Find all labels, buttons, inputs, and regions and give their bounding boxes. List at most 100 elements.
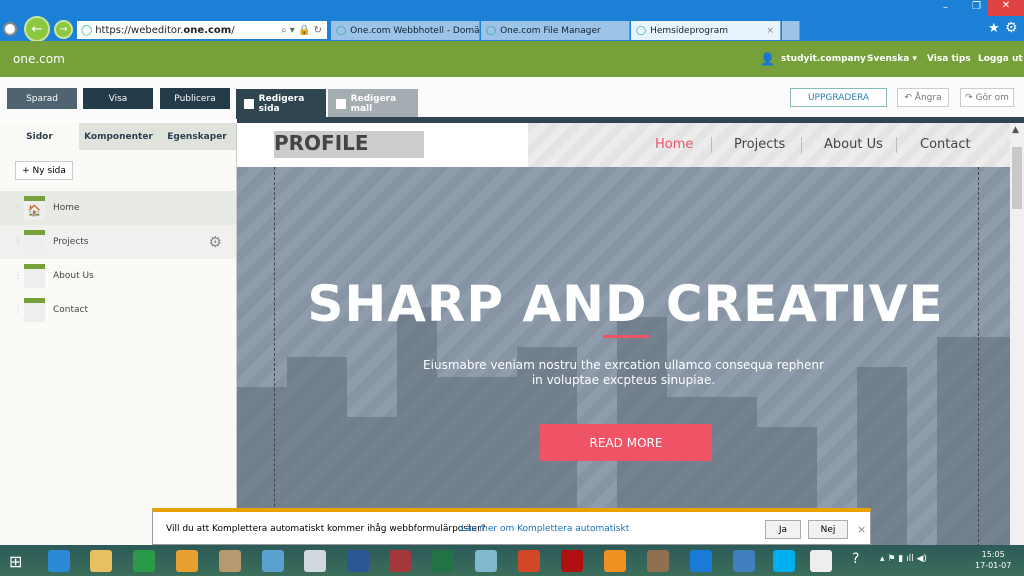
chrome-icon[interactable] [176,550,198,572]
app-icon[interactable] [475,550,497,572]
teamviewer-icon[interactable] [690,550,712,572]
explorer-icon[interactable] [90,550,112,572]
browser-taskbar-icon[interactable] [810,550,832,572]
notification-message: Vill du att Komplettera automatiskt komm… [166,524,486,534]
drag-handle-icon[interactable]: ⋮⋮ [14,238,30,246]
excel-icon[interactable] [432,550,454,572]
tab-label: One.com File Manager [500,25,601,36]
drag-handle-icon[interactable]: ⋮⋮ [14,204,30,212]
skype-icon[interactable] [773,550,795,572]
back-button[interactable]: ← [24,16,50,42]
tab-file-manager[interactable]: ◯ One.com File Manager [481,21,630,40]
ie-taskbar-icon[interactable] [48,550,70,572]
page-item-home[interactable]: ⋮⋮ 🏠 Home [0,191,236,225]
yes-button[interactable]: Ja [765,520,801,539]
tab-webbhotell[interactable]: ◯ One.com Webbhotell - Domä... [331,21,480,40]
nav-about-us[interactable]: About Us [824,137,883,152]
title-underline [603,335,649,338]
taskbar: ⊞ ? ▴ ⚑ ▮ ıll ◀) 15:05 17-01-07 [0,545,1024,576]
page-item-projects[interactable]: ⋮⋮ Projects ⚙ [0,225,236,259]
favorites-star-icon[interactable]: ★ [988,21,1000,36]
edit-page-tab[interactable]: Redigera sida [236,89,326,119]
access-icon[interactable] [389,550,411,572]
close-notification-icon[interactable]: × [857,523,866,536]
tab-components[interactable]: Komponenter [79,123,158,150]
site-header: PROFILE Home Projects About Us Contact [237,123,1010,167]
edit-page-label: Redigera sida [258,94,305,114]
app-icon[interactable] [304,550,326,572]
hero-text-line: Eiusmabre veniam nostru the exrcation ul… [423,358,824,372]
learn-more-link[interactable]: Läs mer om Komplettera automatiskt [461,524,629,534]
store-icon[interactable] [133,550,155,572]
language-label: Svenska [867,54,910,64]
tab-label: Hemsideprogram [650,25,729,36]
gear-icon[interactable]: ⚙ [1005,20,1018,36]
drag-handle-icon[interactable]: ⋮⋮ [14,306,30,314]
url-prefix: https://webeditor. [95,24,184,36]
close-window-icon[interactable]: ✕ [988,0,1024,16]
upgrade-button[interactable]: UPPGRADERA [790,88,887,107]
app-icon[interactable] [262,550,284,572]
tab-label: One.com Webbhotell - Domä... [350,25,480,36]
nav-projects[interactable]: Projects [734,137,785,152]
user-icon: 👤 [760,52,775,66]
page-item-contact[interactable]: ⋮⋮ Contact [0,293,236,327]
media-player-icon[interactable] [604,550,626,572]
undo-button[interactable]: ↶ Ångra [897,88,949,107]
forward-button[interactable]: → [54,20,73,39]
close-tab-icon[interactable]: × [766,26,774,36]
powerpoint-icon[interactable] [518,550,540,572]
onecom-logo: one.com [13,52,65,66]
no-button[interactable]: Nej [808,520,848,539]
new-page-button[interactable]: + Ny sida [15,161,73,180]
search-lock-refresh-icons[interactable]: ⌕ ▾ 🔒 ↻ [281,25,322,36]
address-bar[interactable]: ◯ https://webeditor. one.com / ⌕ ▾ 🔒 ↻ [77,21,327,39]
hero-title: SHARP AND CREATIVE [307,275,944,333]
new-tab-button[interactable] [782,21,800,40]
page-item-about-us[interactable]: ⋮⋮ About Us [0,259,236,293]
nav-home[interactable]: Home [655,137,693,152]
word-icon[interactable] [347,550,369,572]
edit-template-label: Redigera mall [350,94,397,114]
show-tips-link[interactable]: Visa tips [927,54,971,64]
clock[interactable]: 15:05 17-01-07 [975,549,1011,571]
home-icon: 🏠 [24,196,45,220]
page-label: Projects [53,237,89,247]
page-label: Contact [53,305,89,315]
gear-icon[interactable]: ⚙ [209,233,222,251]
windows-start-icon[interactable]: ⊞ [9,552,22,571]
drag-handle-icon[interactable]: ⋮⋮ [14,272,30,280]
minimize-icon[interactable]: – [943,2,948,13]
read-more-button[interactable]: READ MORE [540,424,712,461]
app-icon[interactable] [219,550,241,572]
page-icon [24,230,45,254]
page-label: Home [53,203,80,213]
page-icon [24,298,45,322]
edit-template-tab[interactable]: Redigera mall [328,89,418,119]
tray-icons[interactable]: ▴ ⚑ ▮ ıll ◀) [880,554,927,564]
tab-pages[interactable]: Sidor [0,123,79,150]
logout-link[interactable]: Logga ut [978,54,1023,64]
tab-hemsideprogram[interactable]: ◯ Hemsideprogram × [631,21,781,40]
redo-button[interactable]: ↷ Gör om [960,88,1014,107]
vertical-scrollbar[interactable]: ▲ [1010,123,1024,545]
scroll-up-icon[interactable]: ▲ [1012,125,1019,135]
publish-button[interactable]: Publicera [160,88,230,109]
view-button[interactable]: Visa [83,88,153,109]
filezilla-icon[interactable] [561,550,583,572]
help-icon[interactable]: ? [852,551,859,567]
tab-properties[interactable]: Egenskaper [158,123,236,150]
page-label: About Us [53,271,94,281]
language-select[interactable]: Svenska ▾ [867,54,917,64]
nav-contact[interactable]: Contact [920,137,971,152]
site-canvas[interactable]: PROFILE Home Projects About Us Contact S… [237,123,1010,545]
hero-text: Eiusmabre veniam nostru the exrcation ul… [237,358,1010,388]
ie-icon [3,22,17,36]
url-domain: one.com [183,24,232,36]
site-logo[interactable]: PROFILE [274,131,424,158]
user-account[interactable]: studyit.company [781,54,866,64]
restore-icon[interactable]: ❐ [972,1,981,12]
app-icon[interactable] [647,550,669,572]
saved-button[interactable]: Sparad [7,88,77,109]
thunderbird-icon[interactable] [733,550,755,572]
